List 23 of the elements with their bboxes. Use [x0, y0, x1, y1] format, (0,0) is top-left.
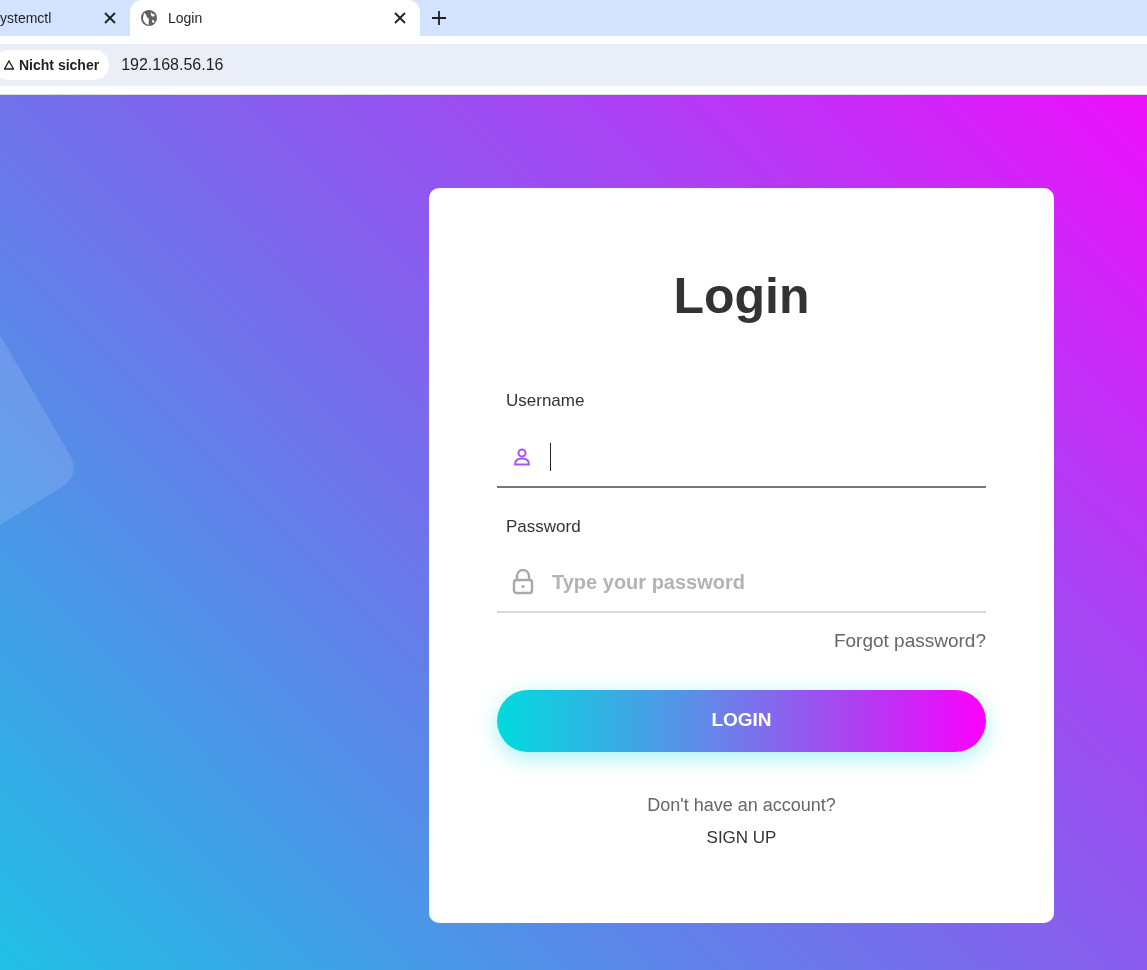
field-label: Username: [505, 390, 586, 412]
address-bar[interactable]: Nicht sicher 192.168.56.16: [0, 44, 1147, 86]
lock-icon: [512, 569, 534, 595]
globe-icon: [140, 9, 158, 27]
new-tab-icon[interactable]: [432, 11, 446, 25]
login-title: Login: [673, 267, 810, 326]
field-label: Password: [505, 515, 582, 538]
warning-icon: [4, 60, 14, 70]
text-caret: [550, 442, 551, 471]
security-chip[interactable]: Nicht sicher: [0, 50, 110, 80]
forgot-password-link[interactable]: Forgot password?: [833, 627, 986, 656]
signup-link[interactable]: SIGN UP: [706, 824, 777, 850]
login-button[interactable]: LOGIN: [497, 689, 986, 752]
signup-prompt: Don't have an account?: [647, 793, 836, 817]
user-icon: [512, 446, 532, 467]
url-text: 192.168.56.16: [121, 55, 224, 75]
security-label: Nicht sicher: [19, 55, 100, 75]
close-icon[interactable]: [394, 12, 406, 24]
browser-tab[interactable]: Login: [130, 0, 420, 36]
input-placeholder: Type your password: [552, 570, 745, 595]
close-icon[interactable]: [104, 12, 116, 24]
tab-title: Login: [168, 8, 204, 28]
tab-title: ystemctl: [0, 8, 53, 28]
